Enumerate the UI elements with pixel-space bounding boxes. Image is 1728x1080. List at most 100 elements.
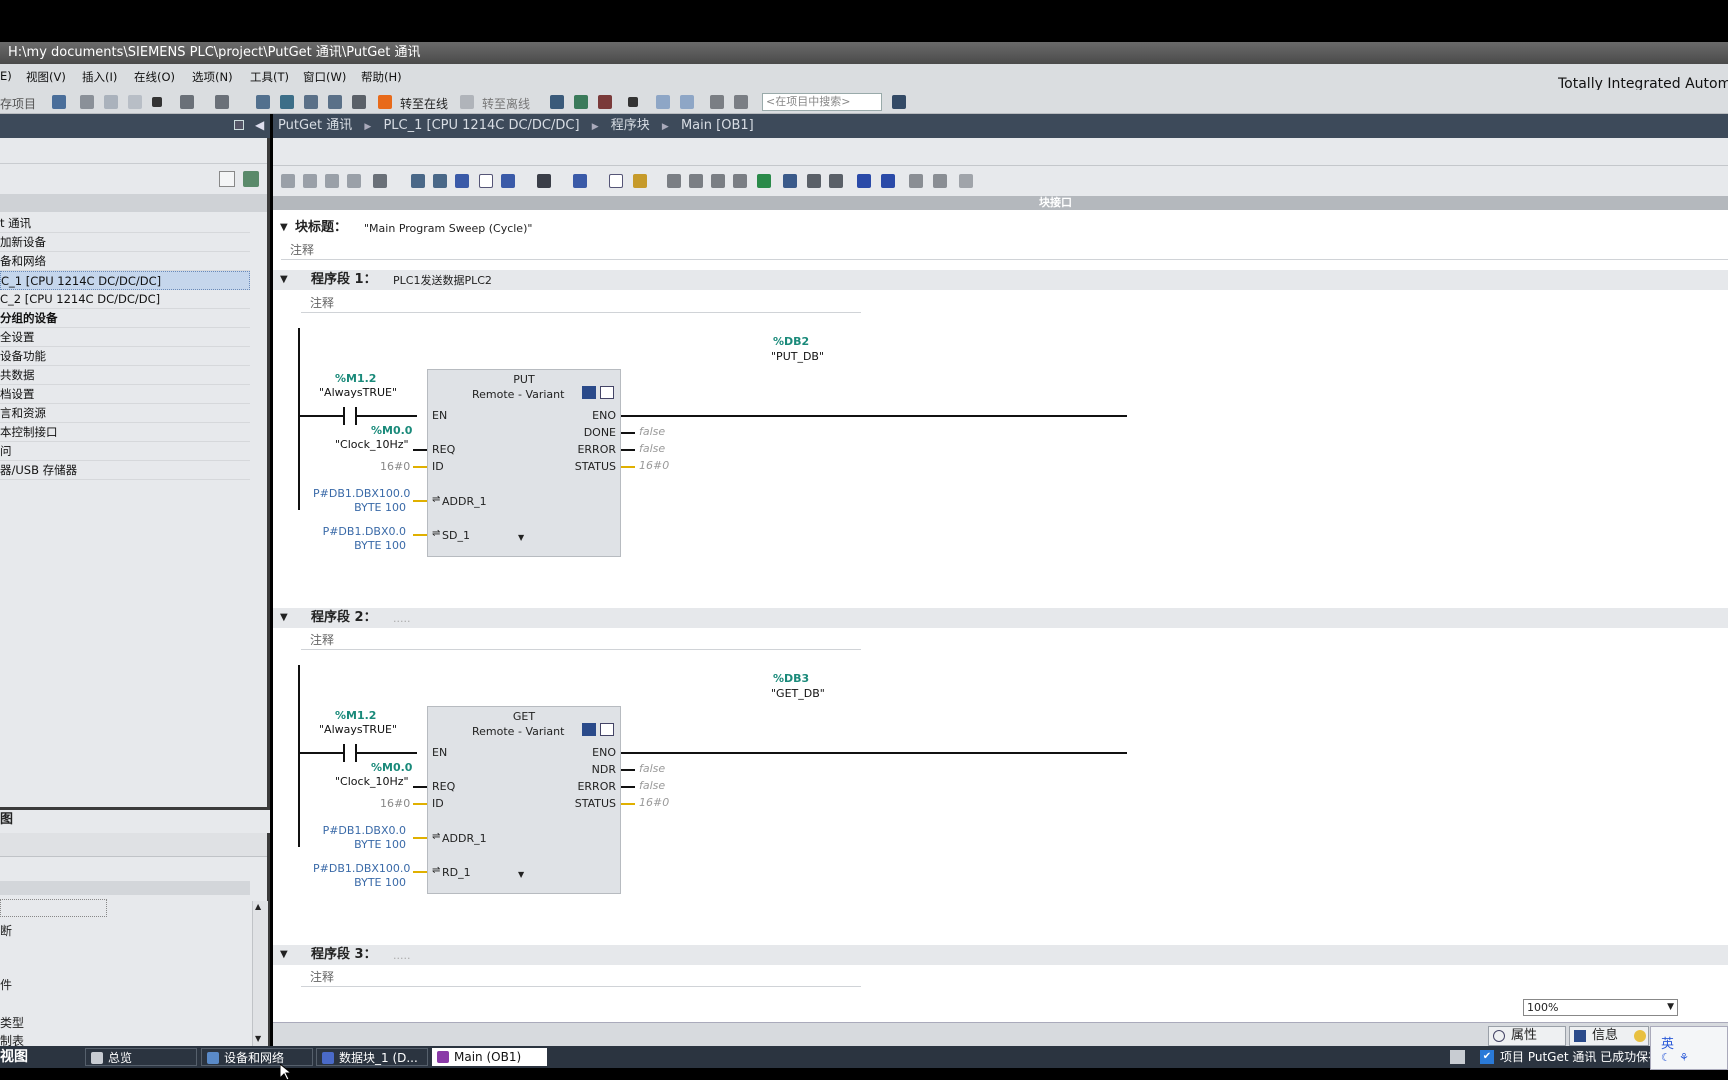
block-interface-bar[interactable]: 块接口	[273, 196, 1728, 210]
insert-box-icon[interactable]	[783, 174, 797, 188]
add-row-icon[interactable]	[347, 174, 361, 188]
jump-icon[interactable]	[857, 174, 871, 188]
breadcrumb-program-blocks[interactable]: 程序块	[611, 118, 650, 133]
rd-1-value-l1[interactable]: P#DB1.DBX100.0	[313, 862, 410, 875]
update-icon[interactable]	[733, 174, 747, 188]
clear-icon[interactable]	[373, 174, 387, 188]
contact-1-address[interactable]: %M1.2	[335, 372, 376, 385]
network-2-header[interactable]: ▼ 程序段 2： .....	[273, 608, 1728, 628]
menu-view[interactable]: 视图(V)	[26, 69, 66, 85]
db3-name[interactable]: "GET_DB"	[771, 687, 825, 700]
block-title-value[interactable]: "Main Program Sweep (Cycle)"	[364, 219, 532, 239]
req-2-address[interactable]: %M0.0	[371, 761, 412, 774]
dock-icon[interactable]	[234, 120, 244, 130]
start-cpu-icon[interactable]	[574, 95, 588, 109]
get-config-icon[interactable]	[582, 723, 596, 736]
tab-main-ob1[interactable]: Main (OB1)	[432, 1048, 547, 1066]
copy-icon[interactable]	[104, 95, 118, 109]
put-block[interactable]: PUT Remote - Variant EN ENO REQ DONE ID …	[427, 369, 621, 557]
expand-pins-icon[interactable]: ▼	[518, 533, 524, 542]
go-online-icon[interactable]	[378, 95, 392, 109]
collapse-left-icon[interactable]: ◀	[255, 118, 264, 132]
addr-2-value-l2[interactable]: BYTE 100	[313, 838, 406, 851]
scroll-down-icon[interactable]: ▼	[255, 1034, 261, 1043]
keyboard-icon[interactable]	[1450, 1050, 1465, 1064]
go-to-icon[interactable]	[667, 174, 681, 188]
tree-item-common-data[interactable]: 共数据	[0, 366, 250, 385]
details-scrollbar[interactable]: ▲ ▼	[252, 901, 268, 1046]
network-3-header[interactable]: ▼ 程序段 3： .....	[273, 945, 1728, 965]
sd-1-value-l2[interactable]: BYTE 100	[313, 539, 406, 552]
req-1-address[interactable]: %M0.0	[371, 424, 412, 437]
network-2-title[interactable]: .....	[393, 609, 410, 629]
portal-view-button[interactable]: 视图	[0, 1048, 28, 1066]
ime-widget[interactable]: 英 ☾ ⚘	[1650, 1026, 1728, 1070]
split-horizontal-icon[interactable]	[656, 95, 670, 109]
download-icon[interactable]	[280, 95, 294, 109]
id-2-value[interactable]: 16#0	[380, 797, 410, 810]
collapse-icon[interactable]: ▼	[280, 608, 288, 628]
delete-network-icon[interactable]	[303, 174, 317, 188]
collapse-icon[interactable]: ▼	[280, 218, 288, 238]
contact-1-left[interactable]	[343, 407, 345, 425]
protect-icon[interactable]	[959, 174, 973, 188]
block-title-header[interactable]: ▼ 块标题： "Main Program Sweep (Cycle)"	[273, 218, 1728, 238]
open-branch-icon[interactable]	[807, 174, 821, 188]
search-icon[interactable]	[892, 95, 906, 109]
menu-window[interactable]: 窗口(W)	[303, 69, 346, 85]
add-icon[interactable]	[243, 171, 259, 187]
menu-tools[interactable]: 工具(T)	[250, 69, 289, 85]
tree-item-project[interactable]: t 通讯	[0, 214, 250, 233]
collapse-icon[interactable]: ▼	[280, 270, 288, 290]
block-comment[interactable]: 注释	[290, 241, 314, 258]
contact-1-name[interactable]: "AlwaysTRUE"	[319, 386, 397, 399]
expand-networks-icon[interactable]	[501, 174, 515, 188]
network-1-title[interactable]: PLC1发送数据PLC2	[393, 271, 492, 291]
compile-icon[interactable]	[256, 95, 270, 109]
tab-devices-networks[interactable]: 设备和网络	[201, 1048, 313, 1066]
contact-2-name[interactable]: "AlwaysTRUE"	[319, 723, 397, 736]
network-3-comment[interactable]: 注释	[310, 968, 334, 985]
simulation-icon[interactable]	[328, 95, 342, 109]
menu-insert[interactable]: 插入(I)	[82, 69, 117, 85]
network-1-header[interactable]: ▼ 程序段 1： PLC1发送数据PLC2	[273, 270, 1728, 290]
go-offline-button[interactable]: 转至离线	[482, 95, 530, 112]
addr-2-value-l1[interactable]: P#DB1.DBX0.0	[313, 824, 406, 837]
tree-item-version-control[interactable]: 本控制接口	[0, 423, 250, 442]
contact-2-left[interactable]	[343, 744, 345, 762]
save-icon[interactable]	[352, 95, 366, 109]
paste-icon[interactable]	[128, 95, 142, 109]
details-selected-row[interactable]	[0, 899, 107, 917]
go-online-button[interactable]: 转至在线	[400, 95, 448, 112]
collapse-icon[interactable]: ▼	[280, 945, 288, 965]
tree-item-card-reader[interactable]: 器/USB 存储器	[0, 461, 250, 480]
close-networks-icon[interactable]	[573, 174, 587, 188]
breadcrumb-main-ob1[interactable]: Main [OB1]	[681, 118, 754, 133]
req-2-name[interactable]: "Clock_10Hz"	[335, 775, 409, 788]
save-project-button[interactable]: 存项目	[0, 95, 36, 112]
properties-tab[interactable]: 属性	[1488, 1026, 1566, 1046]
tab-overview[interactable]: 总览	[85, 1048, 197, 1066]
put-config-icon[interactable]	[582, 386, 596, 399]
project-search-input[interactable]: <在项目中搜索>	[762, 93, 882, 111]
close-branch-icon[interactable]	[829, 174, 843, 188]
insert-row-icon[interactable]	[325, 174, 339, 188]
db2-address[interactable]: %DB2	[773, 335, 809, 348]
zoom-select[interactable]: 100% ▼	[1523, 999, 1678, 1016]
favorites-icon[interactable]	[433, 174, 447, 188]
menu-edit[interactable]: E)	[0, 69, 12, 83]
undo-icon[interactable]	[180, 95, 194, 109]
absolute-operands-icon[interactable]	[411, 174, 425, 188]
breadcrumb-project[interactable]: PutGet 通讯	[278, 118, 352, 133]
tree-item-languages-resources[interactable]: 言和资源	[0, 404, 250, 423]
tree-item-cross-device-functions[interactable]: 设备功能	[0, 347, 250, 366]
contact-2-address[interactable]: %M1.2	[335, 709, 376, 722]
cut-icon[interactable]	[80, 95, 94, 109]
next-error-icon[interactable]	[689, 174, 703, 188]
id-1-value[interactable]: 16#0	[380, 460, 410, 473]
network-comments-icon[interactable]	[455, 174, 469, 188]
delete-icon[interactable]	[152, 97, 162, 107]
accessible-devices-icon[interactable]	[550, 95, 564, 109]
menu-online[interactable]: 在线(O)	[134, 69, 175, 85]
window-close-icon[interactable]	[734, 95, 748, 109]
